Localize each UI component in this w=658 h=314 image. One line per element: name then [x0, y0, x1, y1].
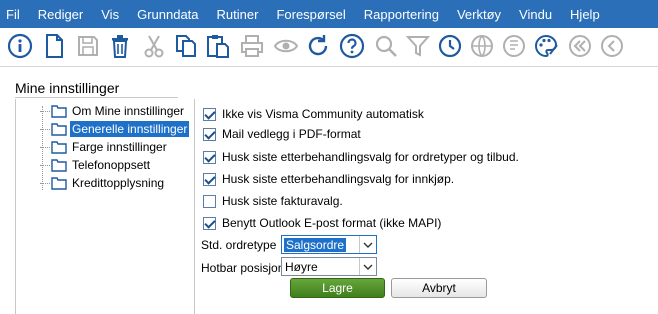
- setting-pdf[interactable]: Mail vedlegg i PDF-format: [203, 126, 361, 142]
- tree-item-farge[interactable]: Farge innstillinger: [40, 139, 169, 155]
- setting-label: Husk siste fakturavalg.: [222, 194, 343, 208]
- setting-label: Husk siste etterbehandlingsvalg for innk…: [222, 172, 455, 186]
- setting-outlook[interactable]: Benytt Outlook E-post format (ikke MAPI): [203, 215, 441, 231]
- hotbar-label: Hotbar posisjon: [201, 261, 285, 275]
- setting-label: Benytt Outlook E-post format (ikke MAPI): [222, 216, 442, 230]
- find-icon[interactable]: [372, 32, 400, 60]
- checkbox[interactable]: [203, 127, 216, 141]
- setting-community[interactable]: Ikke vis Visma Community automatisk: [203, 106, 424, 122]
- previous-record-icon[interactable]: [598, 32, 626, 60]
- tree-item-om[interactable]: Om Mine innstillinger: [40, 103, 186, 119]
- tree-item-label: Farge innstillinger: [72, 140, 167, 154]
- tree-item-label: Om Mine innstillinger: [72, 104, 185, 118]
- setting-innkjop[interactable]: Husk siste etterbehandlingsvalg for innk…: [203, 171, 454, 187]
- menu-rapportering[interactable]: Rapportering: [358, 7, 451, 22]
- folder-icon: [51, 140, 67, 154]
- title-divider: [15, 97, 178, 98]
- filter-icon[interactable]: [404, 32, 432, 60]
- hotbar-value: Høyre: [285, 260, 318, 274]
- web-icon[interactable]: [468, 32, 496, 60]
- checkbox[interactable]: [203, 150, 216, 164]
- ordretype-select[interactable]: Salgsordre: [281, 235, 377, 254]
- checkbox[interactable]: [203, 194, 216, 208]
- save-button[interactable]: Lagre: [290, 278, 385, 298]
- setting-label: Mail vedlegg i PDF-format: [222, 127, 361, 141]
- folder-icon: [51, 158, 67, 172]
- preview-icon[interactable]: [272, 32, 300, 60]
- folder-icon: [51, 104, 67, 118]
- theme-icon[interactable]: [532, 32, 560, 60]
- paste-icon[interactable]: [204, 32, 232, 60]
- tree-item-generelle[interactable]: Generelle innstillinger: [40, 121, 190, 137]
- tree-connector: [40, 182, 50, 184]
- hotbar-select[interactable]: Høyre: [281, 257, 377, 276]
- new-document-icon[interactable]: [40, 32, 68, 60]
- tree-item-label: Telefonoppsett: [72, 158, 151, 172]
- checkbox[interactable]: [203, 216, 216, 230]
- checkbox[interactable]: [203, 107, 216, 121]
- ordretype-value: Salgsordre: [284, 238, 347, 252]
- delete-icon[interactable]: [106, 32, 134, 60]
- tree-connector: [40, 164, 50, 166]
- save-icon[interactable]: [74, 32, 102, 60]
- tree-item-label: Kredittopplysning: [72, 176, 165, 190]
- menu-rutiner[interactable]: Rutiner: [211, 7, 271, 22]
- cut-icon[interactable]: [140, 32, 168, 60]
- menu-rediger[interactable]: Rediger: [32, 7, 96, 22]
- chevron-down-icon[interactable]: [359, 258, 376, 275]
- tree-item-kreditt[interactable]: Kredittopplysning: [40, 175, 166, 191]
- menu-verktoy[interactable]: Verktøy: [451, 7, 513, 22]
- menu-vis[interactable]: Vis: [95, 7, 131, 22]
- menu-fil[interactable]: Fil: [0, 7, 32, 22]
- tree-connector: [40, 128, 50, 130]
- setting-ordretyper[interactable]: Husk siste etterbehandlingsvalg for ordr…: [203, 149, 519, 165]
- info-icon[interactable]: [6, 32, 34, 60]
- tree-item-label: Generelle innstillinger: [70, 121, 190, 137]
- folder-icon: [51, 176, 67, 190]
- tree-connector: [40, 110, 50, 112]
- tree-connector: [40, 146, 50, 148]
- setting-label: Ikke vis Visma Community automatisk: [222, 107, 424, 121]
- tree-item-telefon[interactable]: Telefonoppsett: [40, 157, 152, 173]
- help-icon[interactable]: [338, 32, 366, 60]
- history-icon[interactable]: [436, 32, 464, 60]
- menu-bar: Fil Rediger Vis Grunndata Rutiner Foresp…: [0, 0, 658, 28]
- toolbar: [0, 28, 658, 67]
- cancel-button[interactable]: Avbryt: [391, 278, 487, 298]
- folder-icon: [51, 122, 67, 136]
- setting-label: Husk siste etterbehandlingsvalg for ordr…: [222, 150, 519, 164]
- menu-hjelp[interactable]: Hjelp: [564, 7, 612, 22]
- menu-vindu[interactable]: Vindu: [513, 7, 564, 22]
- ordretype-label: Std. ordretype: [201, 238, 277, 252]
- print-icon[interactable]: [238, 32, 266, 60]
- menu-foresporsel[interactable]: Forespørsel: [270, 7, 357, 22]
- refresh-icon[interactable]: [304, 32, 332, 60]
- report-icon[interactable]: [500, 32, 528, 60]
- page-title: Mine innstillinger: [15, 80, 120, 96]
- setting-faktura[interactable]: Husk siste fakturavalg.: [203, 193, 343, 209]
- settings-tree: Om Mine innstillinger Generelle innstill…: [15, 99, 195, 314]
- chevron-down-icon[interactable]: [359, 236, 376, 253]
- first-record-icon[interactable]: [566, 32, 594, 60]
- checkbox[interactable]: [203, 172, 216, 186]
- copy-icon[interactable]: [172, 32, 200, 60]
- menu-grunndata[interactable]: Grunndata: [131, 7, 210, 22]
